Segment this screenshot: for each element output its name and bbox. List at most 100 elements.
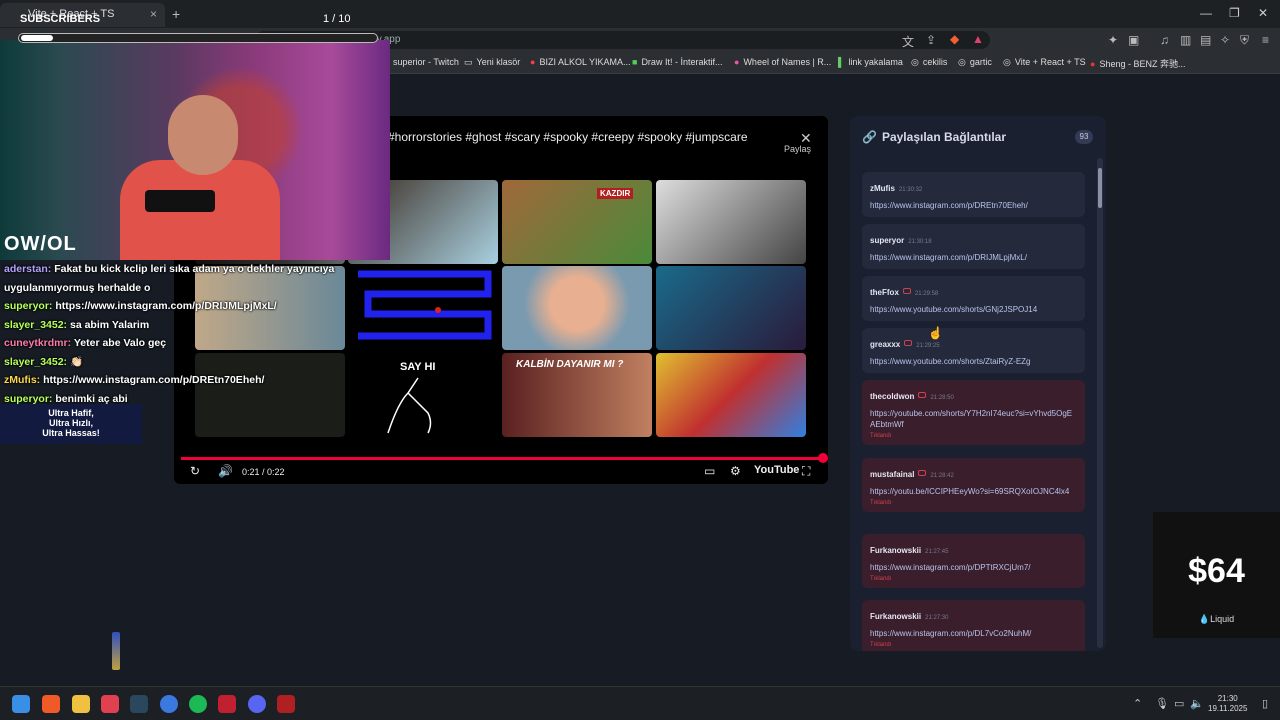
video-thumbnail[interactable]: SAY HI [348,353,498,437]
app-icon[interactable] [160,695,178,713]
speaker-icon[interactable]: 🔈 [1190,697,1204,710]
steam-icon[interactable] [130,695,148,713]
link-url[interactable]: https://youtube.com/shorts/Y7H2nI74euc?s… [870,408,1077,430]
youtube-logo[interactable]: YouTube [754,464,799,476]
chat-message: slayer_3452: sa abim Yalarim [4,316,344,335]
link-card[interactable]: zMufis 21:30:32 https://www.instagram.com/… [862,172,1085,217]
link-url[interactable]: https://www.youtube.com/shorts/ZtaiRyZ-E… [870,356,1077,367]
youtube-icon [902,287,911,294]
rewards-icon[interactable]: ▲ [972,32,984,46]
app-icon[interactable] [277,695,295,713]
mouse-cursor-icon: ☝ [928,326,943,340]
bookmark-item[interactable]: ▭ Yeni klasör [464,57,520,68]
link-url[interactable]: https://www.instagram.com/p/DPTtRXCjUm7/ [870,562,1077,573]
link-card[interactable]: mustafainal 21:28:42 https://youtu.be/ICCI… [862,458,1085,512]
link-card[interactable]: greaxxx 21:29:25 https://www.youtube.com/s… [862,328,1085,373]
chat-text: https://www.instagram.com/p/DREtn70Eheh/ [43,374,265,386]
bookmark-item[interactable]: ■ Draw It! - İnteraktif... [632,57,722,67]
taskbar-clock[interactable]: 21:30 19.11.2025 [1208,694,1247,714]
mic-icon[interactable]: 🎙 [1155,697,1169,710]
new-tab-icon[interactable]: + [172,6,180,22]
video-thumbnail[interactable] [348,266,498,350]
clicked-label: Tıklandı [870,433,892,439]
video-thumbnail[interactable] [502,266,652,350]
minimize-icon[interactable]: — [1200,6,1212,20]
link-url[interactable]: https://www.instagram.com/p/DL7vCo2NuhM/ [870,628,1077,639]
sidebar-icon[interactable]: ▥ [1180,33,1191,47]
link-user: mustafainal [870,470,915,479]
link-url[interactable]: https://www.instagram.com/p/DREtn70Eheh/ [870,200,1077,211]
link-url[interactable]: https://www.youtube.com/shorts/GNj2JSPOJ… [870,304,1077,315]
app-icon[interactable] [218,695,236,713]
volume-icon[interactable]: 🔊 [218,464,233,478]
bookmark-item[interactable]: ◎ gartic [958,57,992,68]
wallet-icon[interactable]: ▤ [1200,33,1211,47]
replay-icon[interactable]: ↻ [190,464,200,478]
chat-user: cuneytkrdmr: [4,337,72,349]
bookmark-item[interactable]: ◎ Vite + React + TS [1003,57,1086,68]
site-icon: ● [530,57,536,67]
bookmark-item[interactable]: ◎ cekilis [911,57,947,68]
bookmark-item[interactable]: ● Wheel of Names | R... [734,57,831,67]
panel-scrollbar[interactable] [1097,158,1103,648]
window-close-icon[interactable]: ✕ [1258,6,1268,20]
leo-icon[interactable]: ✧ [1220,33,1230,47]
link-user: greaxxx [870,340,901,349]
maps-icon[interactable] [101,695,119,713]
maze-graphic [358,270,492,340]
video-thumbnail[interactable] [656,180,806,264]
video-progress-handle[interactable] [818,453,828,463]
video-thumbnail[interactable] [656,266,806,350]
video-thumbnail[interactable]: KALBİN DAYANIR MI ? [502,353,652,437]
link-time: 21:29:25 [916,343,940,349]
brave-shield-icon[interactable]: ◆ [950,32,959,46]
link-url[interactable]: https://youtu.be/ICCIPHEeyWo?si=69SRQXoI… [870,486,1077,497]
bookmark-item[interactable]: superior - Twitch [393,57,459,67]
notification-icon[interactable]: ▯ [1262,697,1268,710]
globe-icon: ◎ [911,57,919,67]
share-icon[interactable]: ⇪ [926,33,936,47]
youtube-icon [918,391,927,398]
translate-icon[interactable]: 文 [902,33,914,50]
network-icon[interactable]: ▭ [1174,697,1184,710]
link-card[interactable]: Furkanowskii 21:27:45 https://www.instagra… [862,534,1085,588]
bookmark-item[interactable]: ▌ link yakalama [838,57,903,67]
chat-text: Fakat bu kick kclip leri sıka adam ya o … [4,263,335,294]
link-url[interactable]: https://www.instagram.com/p/DRIJMLpjMxL/ [870,252,1077,263]
spotify-icon[interactable] [189,695,207,713]
thumb-label: KALBİN DAYANIR MI ? [516,359,624,370]
video-progress-bar[interactable] [181,457,821,460]
link-time: 21:30:32 [898,187,923,193]
menu-icon[interactable]: ≡ [1262,33,1269,47]
settings-icon[interactable]: ⚙ [730,464,741,478]
link-icon: 🔗 [862,130,877,144]
subscribers-progress-fill [21,35,53,41]
discord-icon[interactable] [248,695,266,713]
share-button[interactable]: Paylaş [784,144,811,154]
bookmark-item[interactable]: ● BIZI ALKOL YIKAMA... [530,57,630,67]
youtube-icon [918,469,927,476]
chat-text: benimki aç abi [55,392,128,405]
link-card[interactable]: superyor 21:30:18 https://www.instagram.co… [862,224,1085,269]
link-time: 21:27:30 [925,615,949,621]
brave-icon[interactable] [42,695,60,713]
bookmark-item[interactable]: ● Sheng - BENZ 奔驰... [1090,57,1185,70]
close-tab-icon[interactable]: × [150,7,157,21]
link-card[interactable]: theFfox 21:29:58 https://www.youtube.com/s… [862,276,1085,321]
captions-icon[interactable]: ▭ [704,464,715,478]
fullscreen-icon[interactable]: ⛶ [802,464,810,479]
media-icon[interactable]: ♫ [1160,33,1169,47]
link-card[interactable]: thecoldwon 21:28:50 https://youtube.com/sh… [862,380,1085,445]
video-thumbnail[interactable] [656,353,806,437]
tray-overflow-icon[interactable]: ⌃ [1133,697,1142,710]
link-card[interactable]: Furkanowskii 21:27:30 https://www.instagra… [862,600,1085,651]
vpn-icon[interactable]: ⛨ [1240,33,1249,48]
video-thumbnail[interactable]: KAZDIR [502,180,652,264]
scrollbar-thumb[interactable] [1098,168,1102,208]
windows-start-icon[interactable] [12,695,30,713]
file-explorer-icon[interactable] [72,695,90,713]
screenshot-icon[interactable]: ▣ [1128,33,1139,47]
restore-icon[interactable]: ❐ [1229,6,1240,20]
donation-label: 💧Liquid [1198,614,1235,624]
extensions-icon[interactable]: ✦ [1108,33,1118,47]
